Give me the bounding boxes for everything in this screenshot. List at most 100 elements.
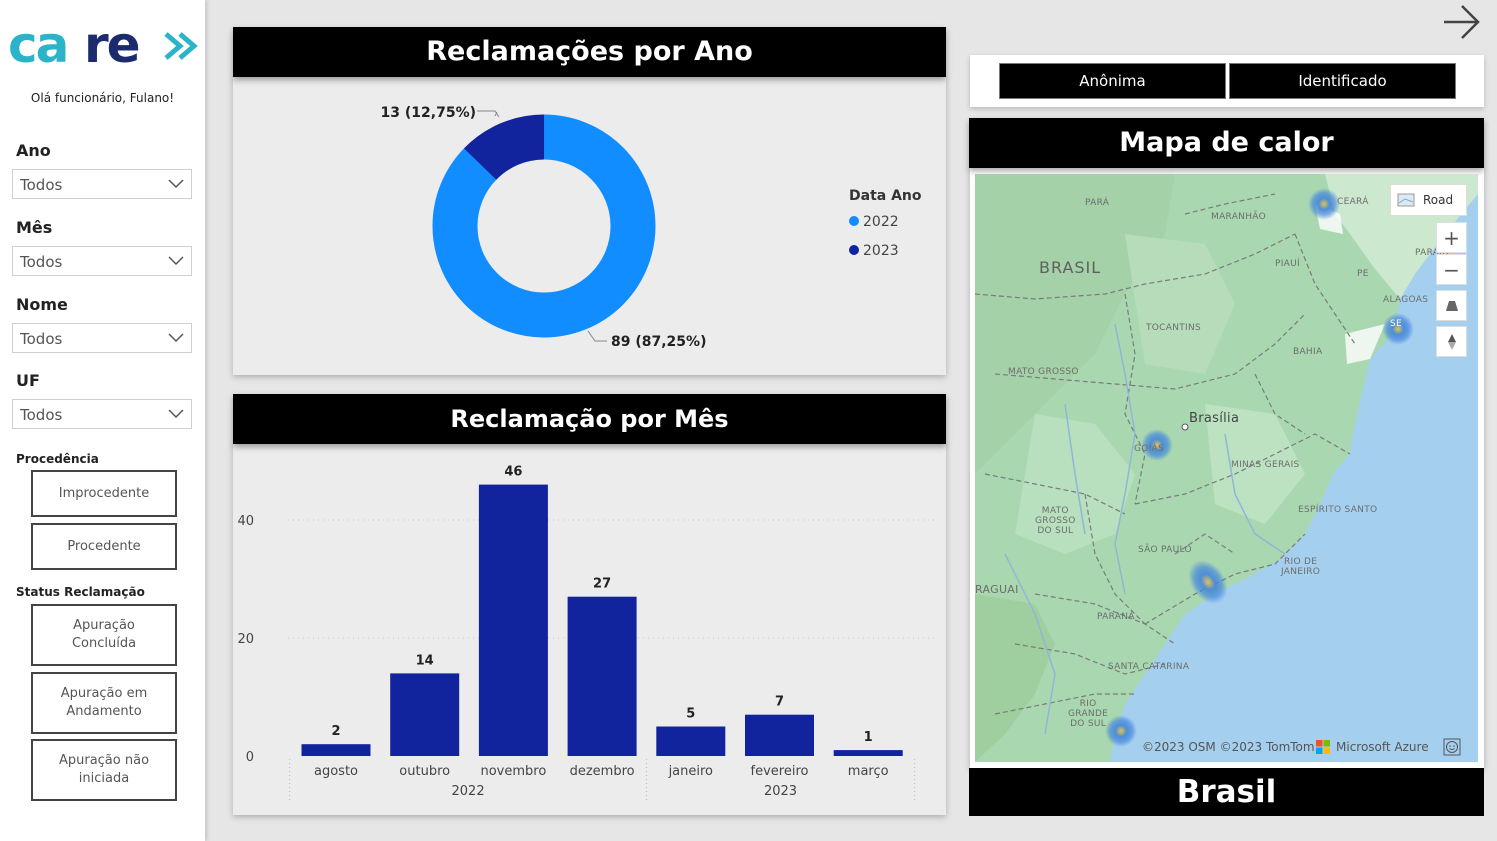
filter-value-nome: Todos bbox=[20, 330, 63, 348]
svg-text:re: re bbox=[84, 18, 139, 72]
map-label-paraguai: RAGUAI bbox=[975, 583, 1019, 596]
x-tick-label: agosto bbox=[314, 764, 358, 779]
heat-spot-rio-grande[interactable] bbox=[1105, 715, 1137, 747]
chevron-down-icon bbox=[168, 256, 184, 266]
bar[interactable] bbox=[833, 750, 903, 756]
donut-label-2023: 13 (12,75%) bbox=[381, 105, 476, 121]
pitch-glyph-icon bbox=[1445, 300, 1458, 311]
road-map-icon bbox=[1397, 193, 1415, 207]
map-title: Mapa de calor bbox=[969, 118, 1484, 168]
apuracao-concluida-button[interactable]: Apuração Concluída bbox=[31, 604, 177, 666]
status-label: Status Reclamação bbox=[16, 585, 145, 599]
identificado-button[interactable]: Identificado bbox=[1229, 63, 1456, 99]
brasil-title: Brasil bbox=[969, 768, 1484, 816]
care-logo: ca re bbox=[8, 18, 198, 72]
bar[interactable] bbox=[390, 673, 460, 756]
heat-map[interactable]: PARÁ MARANHÃO CEARÁ BRASIL PIAUÍ PARAÍB … bbox=[975, 174, 1478, 762]
bar-value-label: 7 bbox=[775, 695, 784, 710]
sidebar: ca re Olá funcionário, Fulano! Ano Todos… bbox=[0, 0, 205, 841]
x-tick-label: novembro bbox=[480, 764, 546, 779]
microsoft-logo-icon bbox=[1316, 740, 1330, 754]
svg-text:ca: ca bbox=[8, 18, 67, 72]
map-label-mato-grosso: MATO GROSSO bbox=[1008, 367, 1079, 377]
map-label-rio: RIO DE JANEIRO bbox=[1281, 557, 1321, 577]
legend-label-2022: 2022 bbox=[863, 214, 899, 230]
group-label-2022: 2022 bbox=[452, 784, 485, 799]
procedente-button[interactable]: Procedente bbox=[31, 523, 177, 570]
chevron-down-icon bbox=[168, 179, 184, 189]
filter-select-uf[interactable]: Todos bbox=[12, 399, 192, 429]
filter-select-nome[interactable]: Todos bbox=[12, 323, 192, 353]
procedencia-label: Procedência bbox=[16, 452, 99, 466]
map-label-maranhao: MARANHÃO bbox=[1211, 212, 1266, 222]
map-label-bahia: BAHIA bbox=[1293, 347, 1323, 357]
map-label-se: SE bbox=[1390, 319, 1402, 329]
apuracao-andamento-button[interactable]: Apuração em Andamento bbox=[31, 672, 177, 734]
legend-title: Data Ano bbox=[849, 188, 922, 204]
bar-chart: 0 20 40 2 agosto 14 outubro 46 novembro 27 dezembr… bbox=[237, 465, 938, 803]
x-tick-label: março bbox=[848, 764, 889, 779]
map-label-minas: MINAS GERAIS bbox=[1231, 460, 1300, 470]
filter-value-mes: Todos bbox=[20, 253, 63, 271]
bar-value-label: 14 bbox=[416, 653, 434, 668]
zoom-out-icon[interactable]: − bbox=[1436, 254, 1467, 285]
map-label-goias: GOIÁS bbox=[1134, 444, 1165, 454]
bar-value-label: 46 bbox=[504, 465, 522, 480]
donut-chart: 13 (12,75%) 89 (87,25%) bbox=[381, 105, 707, 350]
map-label-brasilia: Brasília bbox=[1189, 411, 1240, 426]
bar-value-label: 5 bbox=[686, 707, 695, 722]
donut-label-2022: 89 (87,25%) bbox=[611, 334, 706, 350]
map-label-country: BRASIL bbox=[1039, 258, 1102, 277]
donut-title: Reclamações por Ano bbox=[233, 27, 946, 77]
filter-select-ano[interactable]: Todos bbox=[12, 169, 192, 199]
heat-spot-sergipe[interactable] bbox=[1382, 313, 1414, 345]
map-label-para: PARÁ bbox=[1085, 198, 1110, 208]
map-style-button[interactable]: Road bbox=[1390, 184, 1467, 216]
filter-label-uf: UF bbox=[16, 371, 40, 390]
x-tick-label: dezembro bbox=[570, 764, 635, 779]
legend-dot-2022 bbox=[849, 216, 859, 226]
toggle-group: Anônima Identificado bbox=[970, 55, 1484, 107]
map-label-piaui: PIAUÍ bbox=[1275, 259, 1300, 269]
legend-label-2023: 2023 bbox=[863, 243, 899, 259]
pitch-icon[interactable] bbox=[1436, 290, 1467, 321]
map-attribution: ©2023 OSM ©2023 TomTom bbox=[1142, 740, 1315, 754]
heat-spot-ceara[interactable] bbox=[1308, 188, 1340, 220]
compass-icon[interactable] bbox=[1436, 326, 1467, 357]
bar[interactable] bbox=[745, 714, 814, 756]
y-tick-label: 20 bbox=[237, 632, 254, 647]
map-label-rio-grande: RIO GRANDE DO SUL bbox=[1068, 699, 1109, 729]
bar[interactable] bbox=[301, 744, 371, 756]
bar-value-label: 2 bbox=[331, 724, 340, 739]
leader-line-2022 bbox=[587, 330, 607, 342]
apuracao-nao-iniciada-button[interactable]: Apuração não iniciada bbox=[31, 739, 177, 801]
x-tick-label: outubro bbox=[399, 764, 450, 779]
map-label-ceara: CEARÁ bbox=[1337, 197, 1369, 207]
arrow-right-icon[interactable] bbox=[1440, 4, 1484, 40]
bar[interactable] bbox=[478, 484, 548, 756]
x-tick-label: janeiro bbox=[668, 764, 713, 779]
greeting-text: Olá funcionário, Fulano! bbox=[30, 91, 175, 105]
x-tick-label: fevereiro bbox=[751, 764, 809, 779]
legend-item-2023[interactable]: 2023 bbox=[849, 243, 899, 259]
compass-glyph-icon bbox=[1447, 333, 1456, 350]
filter-label-mes: Mês bbox=[16, 218, 53, 237]
bar-value-label: 1 bbox=[864, 730, 873, 745]
map-label-parana: PARANÁ bbox=[1097, 612, 1135, 622]
filter-value-uf: Todos bbox=[20, 406, 63, 424]
bar[interactable] bbox=[567, 596, 637, 756]
bar-title: Reclamação por Mês bbox=[233, 394, 946, 444]
bar[interactable] bbox=[656, 726, 726, 757]
map-label-sao-paulo: SÃO PAULO bbox=[1138, 545, 1192, 555]
legend-item-2022[interactable]: 2022 bbox=[849, 214, 899, 230]
bar-value-label: 27 bbox=[593, 577, 611, 592]
improcedente-button[interactable]: Improcedente bbox=[31, 470, 177, 517]
filter-select-mes[interactable]: Todos bbox=[12, 246, 192, 276]
map-label-santa-catarina: SANTA CATARINA bbox=[1108, 662, 1190, 672]
map-label-tocantins: TOCANTINS bbox=[1146, 323, 1202, 333]
zoom-in-icon[interactable]: + bbox=[1436, 222, 1467, 253]
filter-value-ano: Todos bbox=[20, 176, 63, 194]
capital-marker-icon bbox=[1181, 423, 1189, 431]
feedback-smiley-icon[interactable] bbox=[1443, 738, 1461, 756]
anonima-button[interactable]: Anônima bbox=[999, 63, 1226, 99]
